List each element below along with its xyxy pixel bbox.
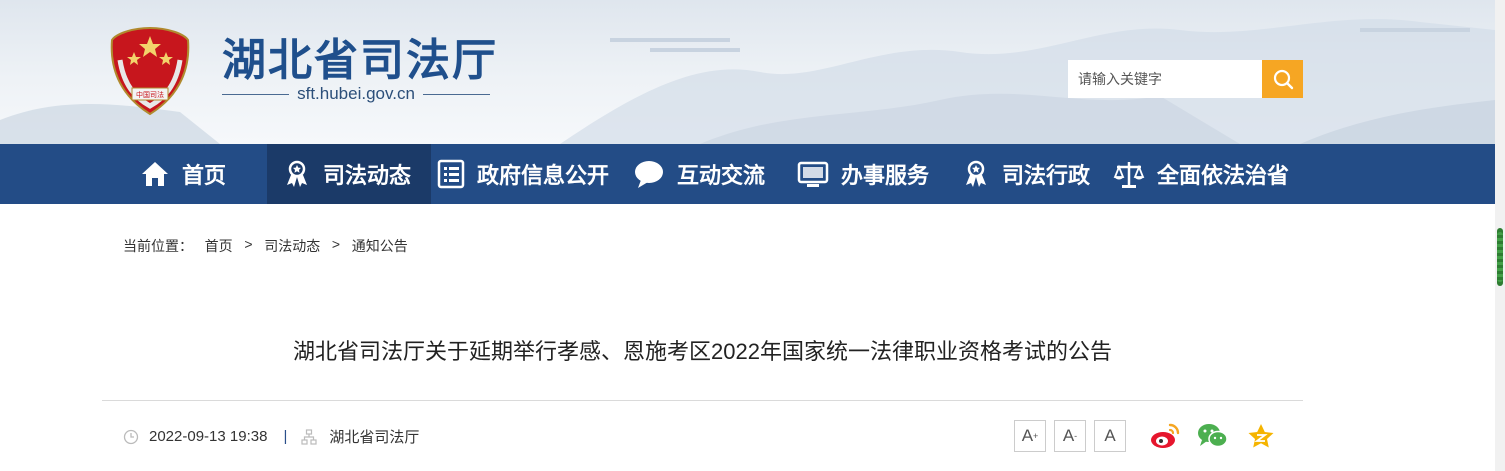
chat-bubble-icon (635, 161, 663, 188)
nav-item-label: 首页 (182, 164, 227, 189)
scrollbar-thumb[interactable] (1497, 228, 1503, 286)
article-datetime: 2022-09-13 19:38 (149, 428, 268, 445)
document-list-icon (437, 159, 465, 189)
breadcrumb-prefix: 当前位置： (123, 238, 193, 254)
nav-item-home[interactable]: 首页 (140, 144, 226, 204)
badge-icon (966, 160, 986, 187)
favorite-star-icon[interactable] (1246, 422, 1276, 450)
divider (102, 400, 1303, 401)
badge-icon (287, 160, 307, 187)
nav-item-label: 政府信息公开 (477, 164, 610, 189)
nav-item-gov-info[interactable]: 政府信息公开 (437, 144, 609, 204)
nav-item-label: 办事服务 (841, 164, 930, 189)
emblem-text: 中国司法 (136, 90, 164, 99)
home-icon (142, 162, 168, 186)
site-header: 中国司法 湖北省司法厅 sft.hubei.gov.cn (0, 0, 1495, 144)
nav-item-label: 互动交流 (677, 164, 766, 189)
nav-item-interaction[interactable]: 互动交流 (633, 144, 765, 204)
article-source: 湖北省司法厅 (329, 429, 420, 446)
font-size-medium-button[interactable]: A- (1054, 420, 1086, 452)
breadcrumb-link-home[interactable]: 首页 (205, 236, 233, 256)
breadcrumb-link-news[interactable]: 司法动态 (264, 236, 320, 256)
site-title: 湖北省司法厅 (222, 35, 498, 86)
clock-icon (123, 429, 139, 444)
breadcrumb-separator: > (331, 236, 341, 252)
font-size-reset-button[interactable]: A (1094, 420, 1126, 452)
scales-icon (1113, 162, 1145, 188)
breadcrumb-link-notices[interactable]: 通知公告 (352, 236, 408, 256)
org-icon (301, 428, 317, 445)
main-nav: 首页 司法动态 政府信息公开 互动交流 办事服务 司法行政 全面依法治省 (0, 144, 1495, 204)
breadcrumb: 当前位置： 首页 > 司法动态 > 通知公告 (123, 236, 408, 256)
search-button[interactable] (1262, 60, 1303, 98)
wechat-icon[interactable] (1197, 422, 1229, 450)
nav-item-label: 司法行政 (1002, 164, 1091, 189)
font-size-reset-label: A (1104, 426, 1116, 445)
nav-item-judicial-admin[interactable]: 司法行政 (962, 144, 1090, 204)
article-title: 湖北省司法厅关于延期举行孝感、恩施考区2022年国家统一法律职业资格考试的公告 (293, 339, 1112, 364)
weibo-icon[interactable] (1150, 422, 1180, 450)
font-size-large-button[interactable]: A + (1014, 420, 1046, 452)
font-size-large-label: A (1021, 426, 1034, 445)
page: 中国司法 湖北省司法厅 sft.hubei.gov.cn 首页 (0, 0, 1505, 471)
meta-separator: | (283, 428, 288, 445)
search-input[interactable] (1068, 60, 1262, 98)
nav-item-services[interactable]: 办事服务 (797, 144, 929, 204)
font-size-medium-label: A (1062, 426, 1075, 445)
justice-emblem-logo: 中国司法 (110, 26, 190, 116)
search-icon (1273, 69, 1293, 90)
site-url: sft.hubei.gov.cn (222, 84, 491, 104)
site-url-text: sft.hubei.gov.cn (297, 84, 415, 103)
nav-item-label: 全面依法治省 (1157, 164, 1290, 189)
nav-item-judicial-news[interactable]: 司法动态 (267, 144, 431, 204)
breadcrumb-separator: > (244, 236, 253, 252)
nav-item-rule-of-law[interactable]: 全面依法治省 (1113, 144, 1289, 204)
article-meta: 2022-09-13 19:38 | 湖北省司法厅 (123, 426, 419, 447)
nav-item-label: 司法动态 (323, 164, 412, 189)
monitor-icon (797, 161, 829, 187)
